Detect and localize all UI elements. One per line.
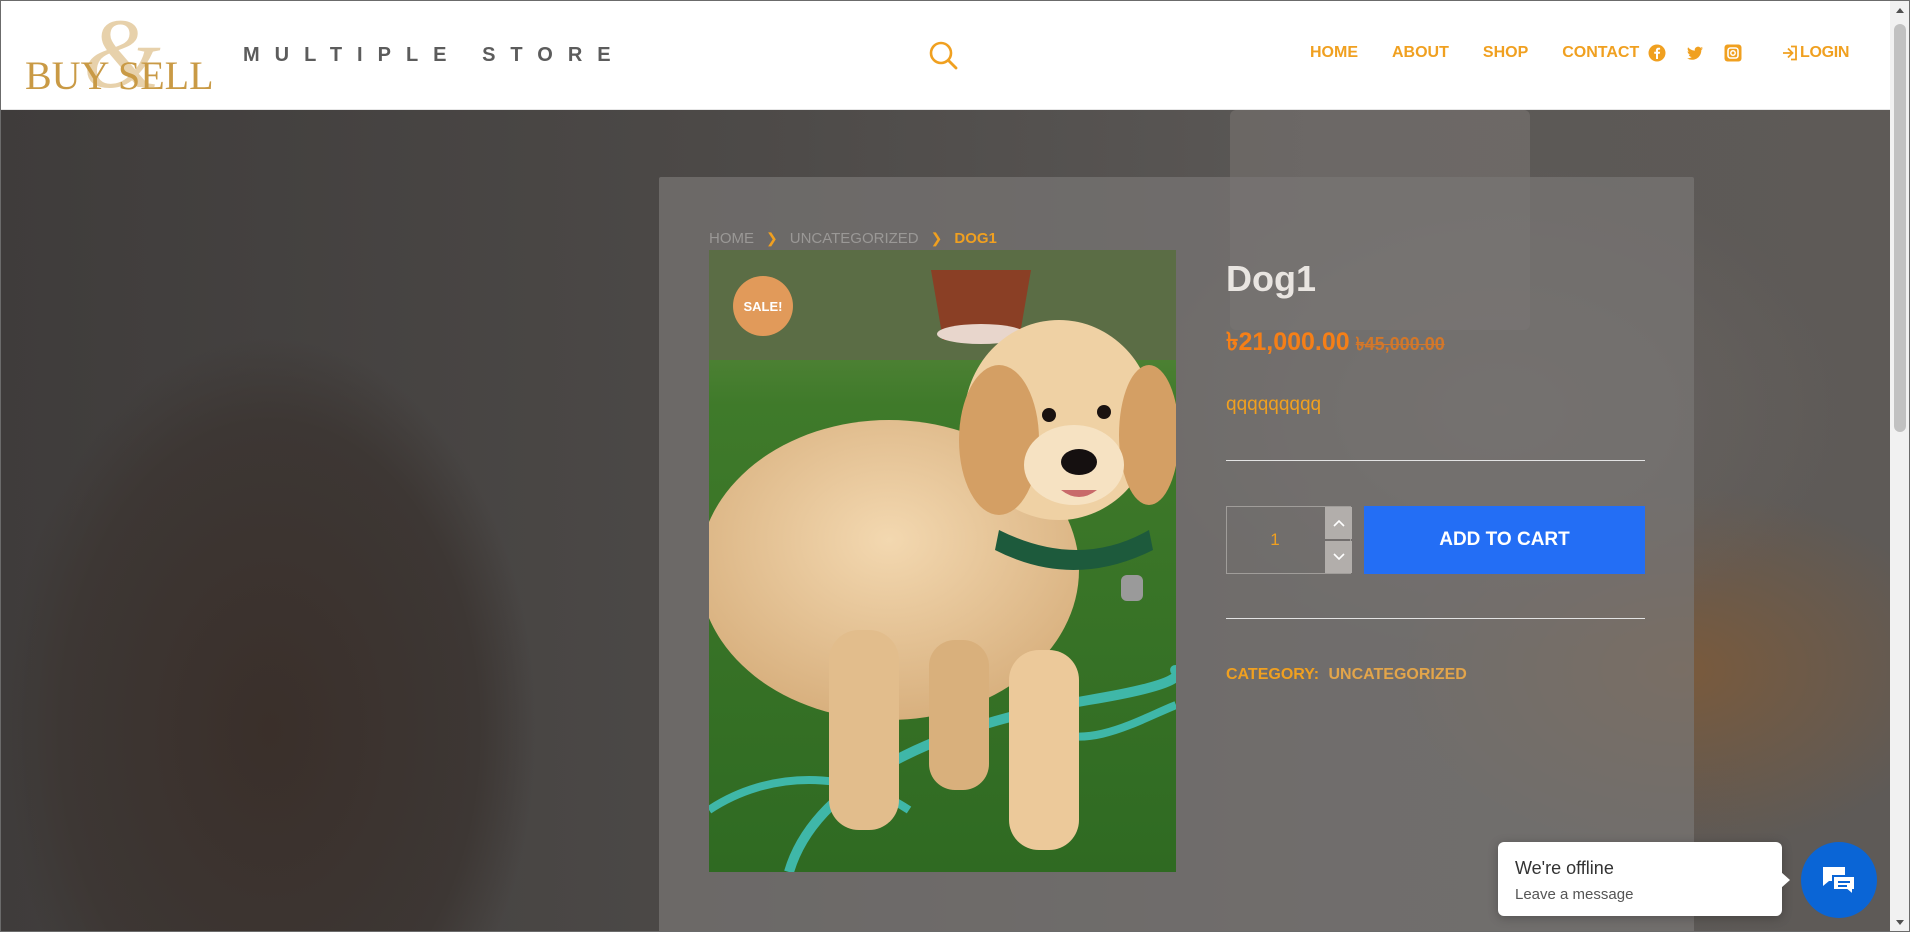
- price-row: ৳21,000.00 ৳45,000.00: [1226, 322, 1445, 365]
- site-logo[interactable]: & BUY SELL: [25, 4, 225, 104]
- login-label: LOGIN: [1800, 44, 1850, 61]
- price-sale: ৳21,000.00: [1226, 328, 1350, 356]
- quantity-increase-button[interactable]: [1325, 507, 1352, 539]
- breadcrumb-current: DOG1: [954, 230, 997, 247]
- sale-badge: SALE!: [733, 276, 793, 336]
- nav-shop[interactable]: SHOP: [1483, 44, 1528, 62]
- quantity-input[interactable]: 1: [1227, 507, 1323, 573]
- chevron-right-icon: ❯: [930, 230, 943, 246]
- puppy-photo: [709, 250, 1176, 872]
- quantity-decrease-button[interactable]: [1325, 541, 1352, 573]
- chevron-right-icon: ❯: [766, 230, 778, 246]
- nav-contact[interactable]: CONTACT: [1562, 44, 1639, 62]
- divider: [1226, 460, 1645, 461]
- social-links: [1648, 44, 1742, 62]
- main-nav: HOME ABOUT SHOP CONTACT: [1310, 44, 1673, 62]
- login-icon: [1783, 45, 1797, 61]
- search-icon[interactable]: [928, 40, 958, 70]
- page-scrollbar[interactable]: [1890, 0, 1910, 932]
- chat-title: We're offline: [1515, 858, 1614, 878]
- scroll-down-arrow-icon[interactable]: [1890, 912, 1910, 932]
- category-label: CATEGORY:: [1226, 666, 1320, 683]
- site-header: & BUY SELL MULTIPLE STORE HOME ABOUT SHO…: [0, 0, 1890, 110]
- nav-home[interactable]: HOME: [1310, 44, 1358, 62]
- nav-about[interactable]: ABOUT: [1392, 44, 1449, 62]
- chat-button[interactable]: [1801, 842, 1877, 918]
- product-description: qqqqqqqqq: [1226, 394, 1322, 415]
- logo-text: BUY SELL: [25, 53, 214, 98]
- scroll-up-arrow-icon[interactable]: [1890, 0, 1910, 20]
- chat-offline-bubble[interactable]: We're offline Leave a message: [1498, 842, 1790, 916]
- twitter-icon[interactable]: [1686, 44, 1704, 62]
- site-tagline: MULTIPLE STORE: [243, 44, 626, 66]
- quantity-stepper: 1: [1226, 506, 1352, 574]
- breadcrumb-uncategorized[interactable]: UNCATEGORIZED: [790, 230, 919, 247]
- chevron-up-icon: [1332, 519, 1345, 527]
- facebook-icon[interactable]: [1648, 44, 1666, 62]
- chat-icon: [1823, 867, 1856, 896]
- breadcrumb-home[interactable]: HOME: [709, 230, 754, 247]
- product-image[interactable]: [709, 250, 1176, 872]
- login-link[interactable]: LOGIN: [1782, 44, 1849, 62]
- chat-subtitle: Leave a message: [1515, 886, 1634, 903]
- add-to-cart-button[interactable]: ADD TO CART: [1364, 506, 1645, 574]
- scrollbar-thumb[interactable]: [1894, 24, 1906, 432]
- category-link[interactable]: UNCATEGORIZED: [1328, 666, 1466, 683]
- chevron-down-icon: [1332, 553, 1345, 561]
- product-title: Dog1: [1226, 258, 1316, 299]
- price-regular: ৳45,000.00: [1355, 334, 1445, 354]
- divider: [1226, 618, 1645, 619]
- instagram-icon[interactable]: [1724, 44, 1742, 62]
- breadcrumb: HOME ❯ UNCATEGORIZED ❯ DOG1: [709, 230, 997, 247]
- product-category: CATEGORY: UNCATEGORIZED: [1226, 666, 1467, 684]
